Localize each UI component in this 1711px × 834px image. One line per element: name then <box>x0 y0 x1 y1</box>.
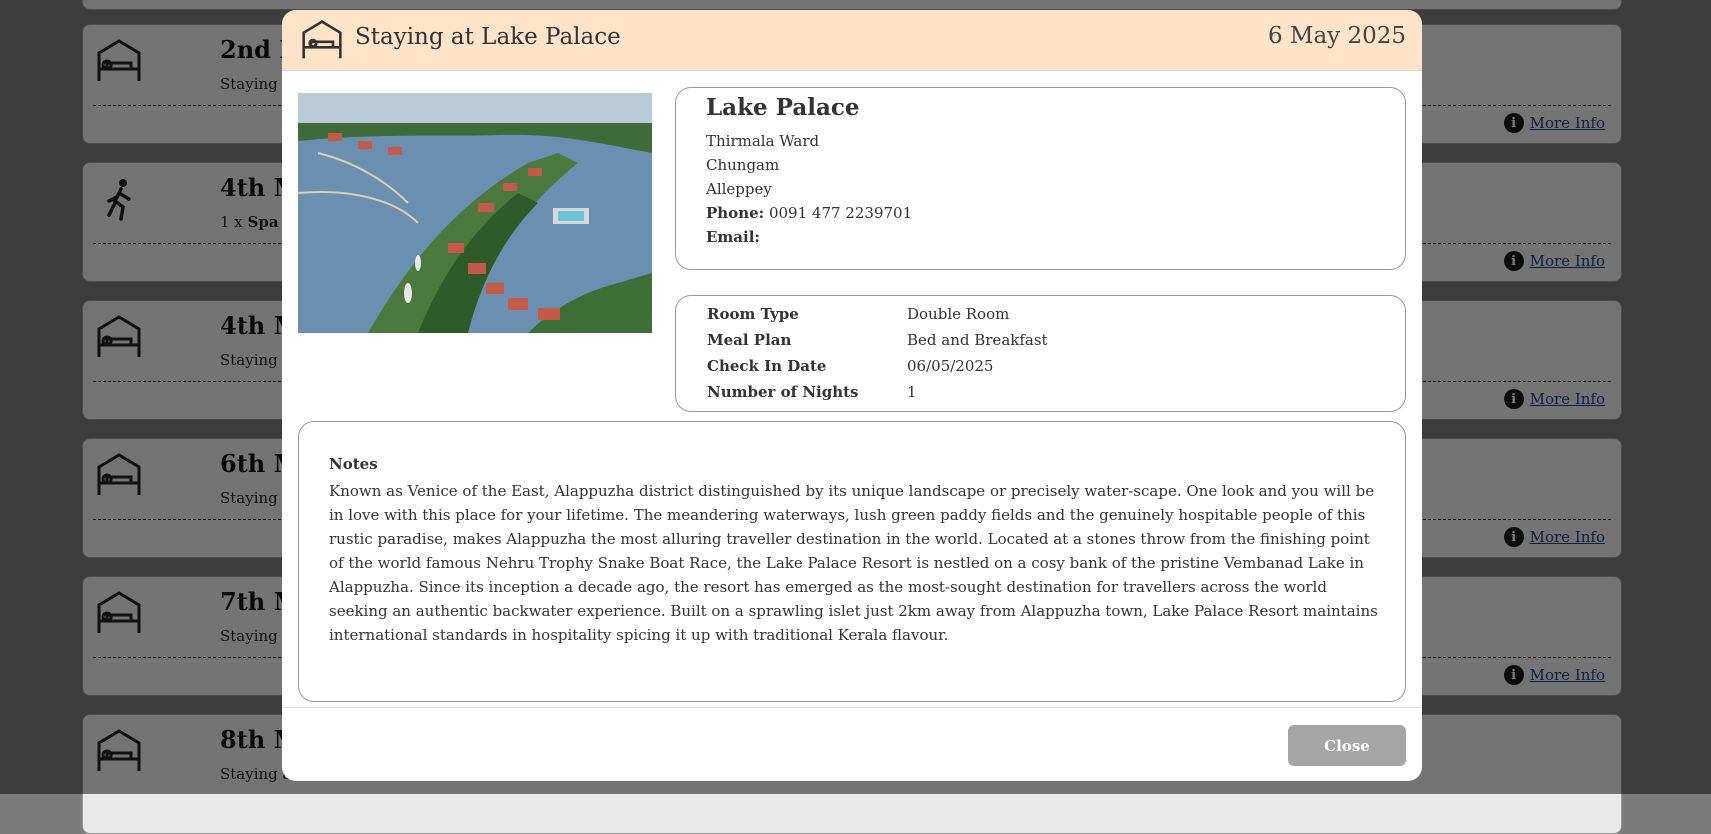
room-type-row: Room Type Double Room <box>707 305 1010 323</box>
modal-footer-divider <box>282 707 1422 708</box>
close-button[interactable]: Close <box>1288 725 1406 766</box>
bed-icon <box>302 20 342 59</box>
email-label: Email: <box>706 228 760 246</box>
email-line: Email: <box>706 228 760 246</box>
nights-row: Number of Nights 1 <box>707 383 917 401</box>
meal-plan-row: Meal Plan Bed and Breakfast <box>707 331 1048 349</box>
phone-label: Phone: <box>706 204 765 222</box>
modal-date: 6 May 2025 <box>1267 23 1406 49</box>
phone-line: Phone: 0091 477 2239701 <box>706 204 912 222</box>
phone-value: 0091 477 2239701 <box>768 204 913 222</box>
notes-heading: Notes <box>329 455 378 473</box>
hotel-details-modal: Staying at Lake Palace 6 May 2025 Lake P… <box>282 10 1422 781</box>
modal-header: Staying at Lake Palace 6 May 2025 <box>282 10 1422 71</box>
modal-title: Staying at Lake Palace <box>355 24 621 50</box>
check-in-row: Check In Date 06/05/2025 <box>707 357 994 375</box>
room-details-box: Room Type Double Room Meal Plan Bed and Br… <box>675 295 1406 412</box>
hotel-photo <box>298 93 652 333</box>
notes-text: Known as Venice of the East, Alappuzha d… <box>329 482 1378 644</box>
hotel-contact-box: Lake Palace Thirmala Ward Chungam Allepp… <box>675 87 1406 270</box>
address-line: Thirmala Ward <box>706 132 820 150</box>
address-line: Alleppey <box>706 180 772 198</box>
hotel-name: Lake Palace <box>706 94 860 121</box>
address-line: Chungam <box>706 156 780 174</box>
notes-box: Notes Known as Venice of the East, Alapp… <box>298 421 1406 702</box>
